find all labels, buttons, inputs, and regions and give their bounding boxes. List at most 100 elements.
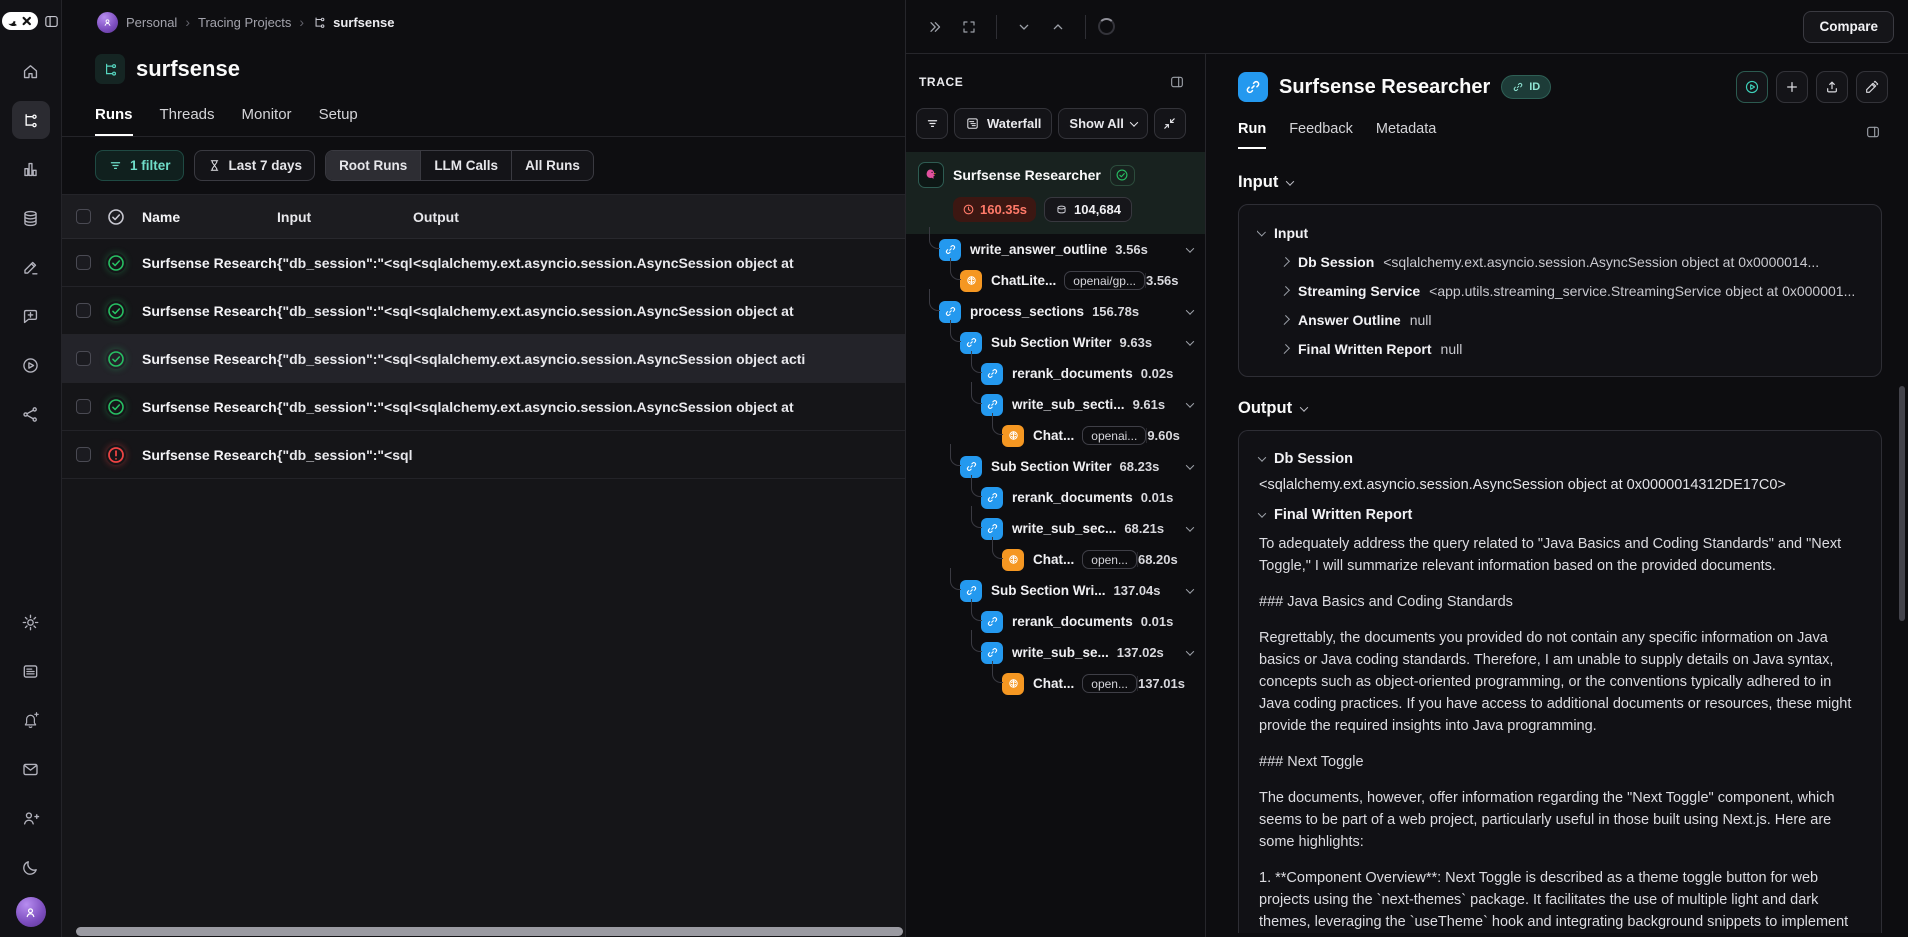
trace-node-sub-section-writer[interactable]: Sub Section Writer68.23s bbox=[906, 451, 1205, 482]
chevron-down-icon[interactable] bbox=[1186, 306, 1194, 314]
horizontal-scrollbar[interactable] bbox=[76, 927, 903, 936]
collapse-tree-button[interactable] bbox=[1154, 108, 1186, 139]
tab-setup[interactable]: Setup bbox=[319, 106, 358, 136]
output-section-heading[interactable]: Output bbox=[1238, 399, 1882, 418]
sidebar-item-invite-members[interactable] bbox=[12, 799, 50, 837]
tab-runs[interactable]: Runs bbox=[95, 106, 133, 136]
trace-node-write-sub-secti[interactable]: write_sub_secti...9.61s bbox=[906, 389, 1205, 420]
user-avatar[interactable] bbox=[16, 897, 46, 927]
row-checkbox[interactable] bbox=[76, 303, 91, 318]
sidebar-item-settings[interactable] bbox=[12, 603, 50, 641]
trace-node-rerank-documents[interactable]: rerank_documents0.01s bbox=[906, 606, 1205, 637]
filter-button[interactable]: 1 filter bbox=[95, 150, 184, 181]
trace-node-sub-section-writer[interactable]: Sub Section Writer9.63s bbox=[906, 327, 1205, 358]
chevron-down-icon[interactable] bbox=[1186, 244, 1194, 252]
sidebar-item-annotation[interactable] bbox=[12, 248, 50, 286]
detail-tab-feedback[interactable]: Feedback bbox=[1289, 121, 1353, 149]
output-db-session-row[interactable]: Db Session bbox=[1259, 451, 1861, 467]
breadcrumb-project[interactable]: surfsense bbox=[312, 15, 394, 30]
panel-toggle-button[interactable] bbox=[1162, 67, 1192, 97]
output-report-row[interactable]: Final Written Report bbox=[1259, 507, 1861, 523]
trace-node-chat[interactable]: Chat...open...137.01s bbox=[906, 668, 1205, 699]
chevron-down-icon[interactable] bbox=[1186, 461, 1194, 469]
trace-filter-button[interactable] bbox=[916, 108, 948, 139]
run-name[interactable]: Surfsense Researcher bbox=[142, 447, 277, 463]
input-field-streaming-service[interactable]: Streaming Service<app.utils.streaming_se… bbox=[1257, 276, 1863, 305]
date-range-button[interactable]: Last 7 days bbox=[194, 150, 316, 181]
sidebar-collapse-icon[interactable] bbox=[43, 13, 60, 30]
trace-node-rerank-documents[interactable]: rerank_documents0.01s bbox=[906, 482, 1205, 513]
input-tree-root[interactable]: Input bbox=[1257, 218, 1863, 247]
chevron-down-icon[interactable] bbox=[1186, 647, 1194, 655]
run-name[interactable]: Surfsense Researcher bbox=[142, 399, 277, 415]
fullscreen-button[interactable] bbox=[954, 12, 984, 42]
row-checkbox[interactable] bbox=[76, 399, 91, 414]
sidebar-item-tracing-projects[interactable] bbox=[12, 101, 50, 139]
langsmith-logo[interactable] bbox=[2, 12, 38, 30]
breadcrumb-tracing-projects[interactable]: Tracing Projects bbox=[198, 15, 291, 30]
run-id-pill[interactable]: ID bbox=[1501, 75, 1551, 99]
trace-node-rerank-documents[interactable]: rerank_documents0.02s bbox=[906, 358, 1205, 389]
select-all-checkbox[interactable] bbox=[76, 209, 91, 224]
segment-all-runs[interactable]: All Runs bbox=[512, 151, 593, 180]
input-section-heading[interactable]: Input bbox=[1238, 173, 1882, 192]
breadcrumb-personal[interactable]: Personal bbox=[126, 15, 177, 30]
sidebar-item-alerts[interactable] bbox=[12, 701, 50, 739]
previous-run-button[interactable] bbox=[1043, 12, 1073, 42]
sidebar-item-playground[interactable] bbox=[12, 346, 50, 384]
table-row[interactable]: Surfsense Researcher{"db_session":"<sqla… bbox=[62, 335, 905, 383]
run-name[interactable]: Surfsense Researcher bbox=[142, 303, 277, 319]
sidebar-item-datasets[interactable] bbox=[12, 199, 50, 237]
trace-node-chatlite[interactable]: ChatLite...openai/gp...3.56s bbox=[906, 265, 1205, 296]
input-field-db-session[interactable]: Db Session<sqlalchemy.ext.asyncio.sessio… bbox=[1257, 247, 1863, 276]
sidebar-item-dark-mode[interactable] bbox=[12, 848, 50, 886]
table-row[interactable]: Surfsense Researcher{"db_session":"<sqla… bbox=[62, 383, 905, 431]
run-name[interactable]: Surfsense Researcher bbox=[142, 255, 277, 271]
column-name[interactable]: Name bbox=[142, 209, 277, 225]
waterfall-button[interactable]: Waterfall bbox=[954, 108, 1052, 139]
sidebar-item-home[interactable] bbox=[12, 52, 50, 90]
segment-llm-calls[interactable]: LLM Calls bbox=[421, 151, 512, 180]
next-run-button[interactable] bbox=[1009, 12, 1039, 42]
table-row[interactable]: Surfsense Researcher{"db_session":"<sqla… bbox=[62, 431, 905, 479]
trace-node-write-sub-sec[interactable]: write_sub_sec...68.21s bbox=[906, 513, 1205, 544]
add-to-dataset-button[interactable] bbox=[1776, 71, 1808, 103]
column-input[interactable]: Input bbox=[277, 209, 413, 225]
input-field-final-written-report[interactable]: Final Written Reportnull bbox=[1257, 334, 1863, 363]
open-in-playground-button[interactable] bbox=[1736, 71, 1768, 103]
chevron-down-icon[interactable] bbox=[1186, 585, 1194, 593]
chevron-down-icon[interactable] bbox=[1186, 337, 1194, 345]
tab-monitor[interactable]: Monitor bbox=[242, 106, 292, 136]
trace-node-sub-section-wri[interactable]: Sub Section Wri...137.04s bbox=[906, 575, 1205, 606]
trace-root-node[interactable]: Surfsense Researcher 160.35s 104,684 bbox=[906, 152, 1205, 234]
chevron-down-icon[interactable] bbox=[1186, 523, 1194, 531]
column-output[interactable]: Output bbox=[413, 209, 905, 225]
sidebar-item-changelog[interactable] bbox=[12, 652, 50, 690]
tab-threads[interactable]: Threads bbox=[160, 106, 215, 136]
table-row[interactable]: Surfsense Researcher{"db_session":"<sqla… bbox=[62, 287, 905, 335]
table-row[interactable]: Surfsense Researcher{"db_session":"<sqla… bbox=[62, 239, 905, 287]
collapse-panel-button[interactable] bbox=[920, 12, 950, 42]
row-checkbox[interactable] bbox=[76, 255, 91, 270]
row-checkbox[interactable] bbox=[76, 351, 91, 366]
detail-tab-metadata[interactable]: Metadata bbox=[1376, 121, 1436, 149]
input-field-answer-outline[interactable]: Answer Outlinenull bbox=[1257, 305, 1863, 334]
show-all-dropdown[interactable]: Show All bbox=[1058, 108, 1147, 139]
detail-tab-run[interactable]: Run bbox=[1238, 121, 1266, 149]
sidebar-item-prompts[interactable] bbox=[12, 297, 50, 335]
compare-button[interactable]: Compare bbox=[1803, 11, 1894, 43]
field-value: null bbox=[1441, 341, 1463, 357]
run-name[interactable]: Surfsense Researcher bbox=[142, 351, 277, 367]
sidebar-item-deployments[interactable] bbox=[12, 395, 50, 433]
segment-root-runs[interactable]: Root Runs bbox=[326, 151, 421, 180]
row-checkbox[interactable] bbox=[76, 447, 91, 462]
workspace-avatar[interactable] bbox=[97, 12, 118, 33]
detail-panel-toggle-button[interactable] bbox=[1858, 117, 1888, 147]
chevron-down-icon[interactable] bbox=[1186, 399, 1194, 407]
vertical-scrollbar[interactable] bbox=[1899, 386, 1905, 621]
trace-node-write-sub-se[interactable]: write_sub_se...137.02s bbox=[906, 637, 1205, 668]
sidebar-item-dashboards[interactable] bbox=[12, 150, 50, 188]
sidebar-item-mail[interactable] bbox=[12, 750, 50, 788]
share-run-button[interactable] bbox=[1816, 71, 1848, 103]
annotate-button[interactable] bbox=[1856, 71, 1888, 103]
